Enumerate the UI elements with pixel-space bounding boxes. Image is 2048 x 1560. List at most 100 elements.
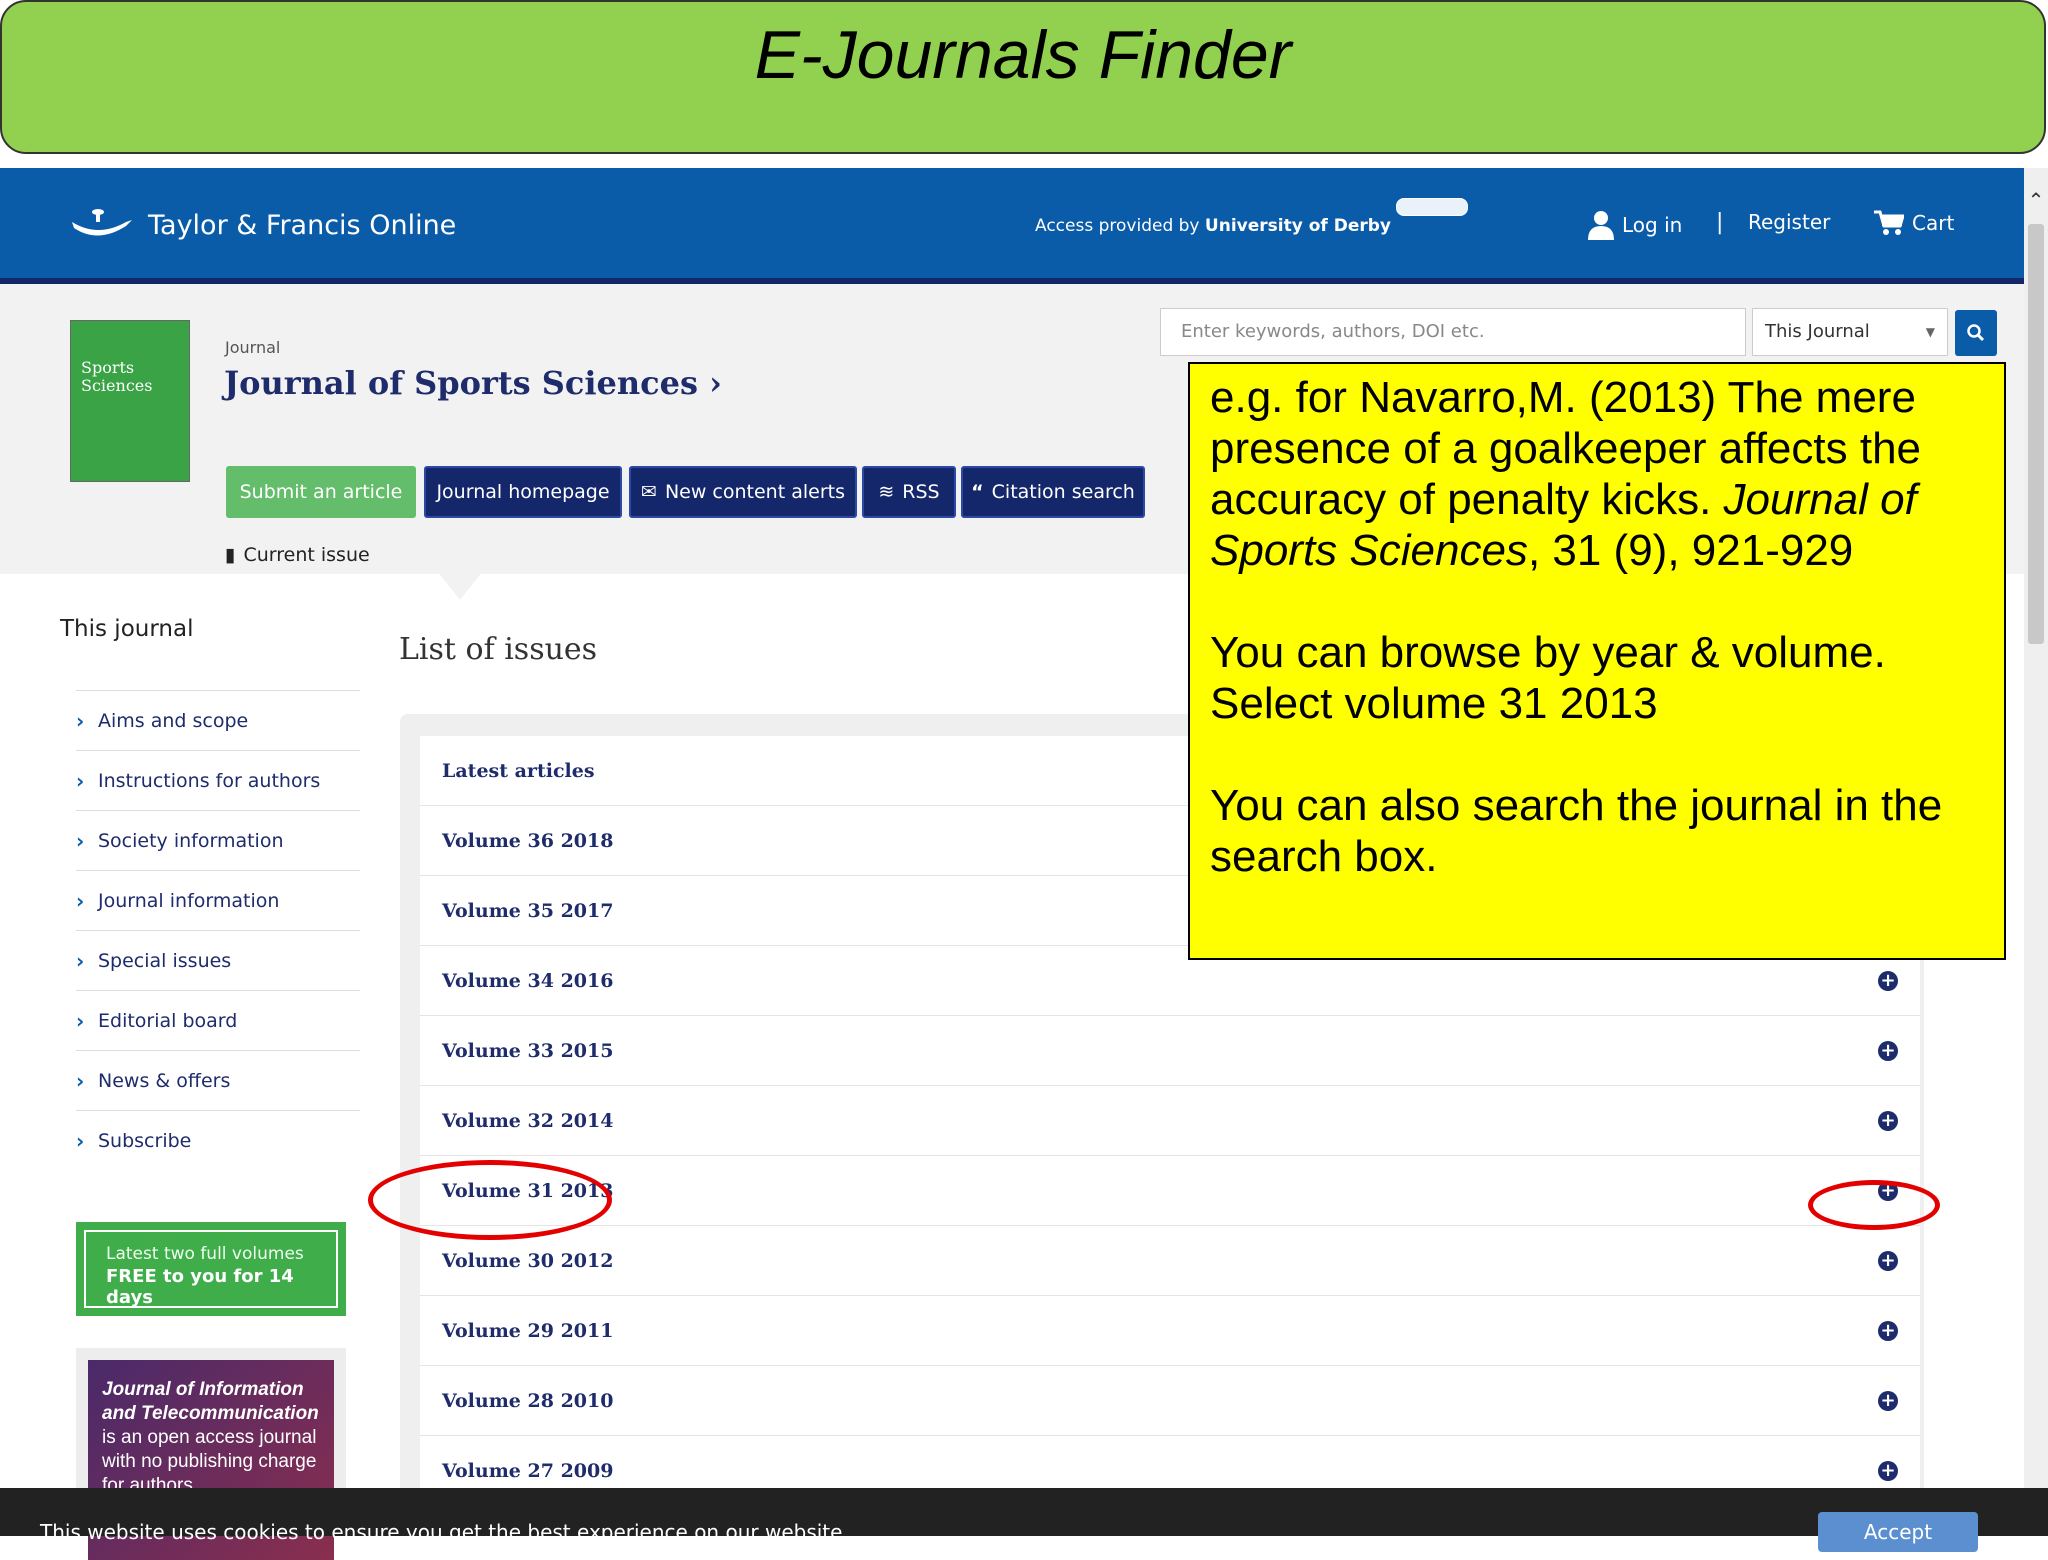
cart-link[interactable]: Cart xyxy=(1874,210,1954,236)
submit-article-button[interactable]: Submit an article xyxy=(226,466,416,518)
promo-line2: FREE to you for 14 days xyxy=(106,1266,294,1308)
sidebar-item-label: Subscribe xyxy=(98,1129,192,1152)
ad-title: Journal of Information and Telecommunica… xyxy=(102,1379,319,1424)
note-search: You can also search the journal in the s… xyxy=(1210,781,1943,881)
note-citation: e.g. for Navarro,M. (2013) The mere pres… xyxy=(1210,372,1984,576)
journal-homepage-label: Journal homepage xyxy=(436,481,610,503)
sidebar-item-journal-info[interactable]: › Journal information xyxy=(76,870,360,930)
rss-label: RSS xyxy=(902,481,940,503)
chevron-right-icon: › xyxy=(76,768,85,793)
promo-line1: Latest two full volumes xyxy=(106,1244,304,1264)
journal-title-text: Journal of Sports Sciences xyxy=(224,364,699,402)
sidebar-item-label: Instructions for authors xyxy=(98,769,321,792)
issue-label: Volume 28 2010 xyxy=(442,1389,614,1412)
chevron-right-icon: › xyxy=(76,1128,85,1153)
expand-plus-icon[interactable]: + xyxy=(1878,1040,1898,1061)
issue-row-volume-30[interactable]: Volume 30 2012 + xyxy=(420,1226,1920,1296)
sidebar-item-label: News & offers xyxy=(98,1069,231,1092)
sidebar-item-subscribe[interactable]: › Subscribe xyxy=(76,1110,360,1170)
sidebar-item-society[interactable]: › Society information xyxy=(76,810,360,870)
login-label: Log in xyxy=(1622,213,1683,237)
rss-button[interactable]: ≋ RSS xyxy=(862,466,956,518)
sidebar-item-editorial-board[interactable]: › Editorial board xyxy=(76,990,360,1050)
scroll-up-icon[interactable]: ⌃ xyxy=(2024,188,2048,212)
journal-label: Journal xyxy=(225,338,281,357)
sidebar-item-instructions[interactable]: › Instructions for authors xyxy=(76,750,360,810)
expand-plus-icon[interactable]: + xyxy=(1878,1250,1898,1271)
issue-row-volume-28[interactable]: Volume 28 2010 + xyxy=(420,1366,1920,1436)
search-input[interactable]: Enter keywords, authors, DOI etc. xyxy=(1160,308,1746,356)
header-separator: | xyxy=(1716,210,1724,235)
expand-plus-icon[interactable]: + xyxy=(1878,970,1898,991)
search-scope-select[interactable]: This Journal ▼ xyxy=(1752,308,1948,356)
band-pointer xyxy=(438,572,482,600)
chevron-right-icon: › xyxy=(76,1068,85,1093)
book-icon: ▮ xyxy=(225,544,236,566)
divider xyxy=(0,156,2048,168)
issue-label: Volume 32 2014 xyxy=(442,1109,614,1132)
accept-cookies-button[interactable]: Accept xyxy=(1818,1512,1978,1552)
note-browse: You can browse by year & volume. Select … xyxy=(1210,628,1886,728)
journal-title[interactable]: Journal of Sports Sciences › xyxy=(224,364,722,402)
search-button[interactable] xyxy=(1955,310,1997,356)
chevron-right-icon: › xyxy=(76,888,85,913)
new-content-alerts-label: New content alerts xyxy=(664,481,845,503)
user-icon xyxy=(1588,211,1614,240)
access-prefix: Access provided by xyxy=(1035,216,1200,236)
issue-row-volume-33[interactable]: Volume 33 2015 + xyxy=(420,1016,1920,1086)
issue-label: Volume 29 2011 xyxy=(442,1319,614,1342)
expand-plus-icon[interactable]: + xyxy=(1878,1110,1898,1131)
logo-text: Taylor & Francis Online xyxy=(148,209,457,241)
rss-icon: ≋ xyxy=(878,481,895,503)
chevron-right-icon: › xyxy=(76,948,85,973)
search-scope-value: This Journal xyxy=(1765,321,1870,342)
institution-logo-icon xyxy=(1396,198,1468,216)
issue-row-volume-32[interactable]: Volume 32 2014 + xyxy=(420,1086,1920,1156)
page-scrollbar[interactable]: ⌃ xyxy=(2024,168,2048,1488)
journal-ad[interactable]: Journal of Information and Telecommunica… xyxy=(76,1348,346,1560)
login-link[interactable]: Log in xyxy=(1588,210,1682,240)
citation-search-button[interactable]: “ Citation search xyxy=(961,466,1145,518)
cover-title: Sports Sciences xyxy=(81,358,153,395)
issue-label: Volume 34 2016 xyxy=(442,969,614,992)
issue-row-volume-31[interactable]: Volume 31 2013 + xyxy=(420,1156,1920,1226)
expand-plus-icon[interactable]: + xyxy=(1878,1320,1898,1341)
sidebar-item-aims[interactable]: › Aims and scope xyxy=(76,690,360,750)
journal-homepage-button[interactable]: Journal homepage xyxy=(424,466,622,518)
register-label: Register xyxy=(1748,210,1831,234)
scroll-thumb[interactable] xyxy=(2028,224,2044,644)
issue-label: Latest articles xyxy=(442,759,595,782)
chevron-right-icon: › xyxy=(76,1008,85,1033)
chevron-right-icon: › xyxy=(709,364,722,402)
expand-plus-icon[interactable]: + xyxy=(1878,1460,1898,1481)
instruction-note: e.g. for Navarro,M. (2013) The mere pres… xyxy=(1188,362,2006,960)
sidebar-item-news[interactable]: › News & offers xyxy=(76,1050,360,1110)
citation-search-label: Citation search xyxy=(991,481,1135,503)
free-volumes-promo[interactable]: Latest two full volumes FREE to you for … xyxy=(76,1222,346,1316)
sidebar-item-label: Special issues xyxy=(98,949,232,972)
envelope-icon: ✉ xyxy=(641,481,657,503)
sidebar-item-label: Journal information xyxy=(98,889,280,912)
expand-plus-icon[interactable]: + xyxy=(1878,1390,1898,1411)
sidebar-item-label: Editorial board xyxy=(98,1009,238,1032)
submit-article-label: Submit an article xyxy=(239,481,403,503)
register-link[interactable]: Register xyxy=(1748,210,1830,234)
sidebar-item-special-issues[interactable]: › Special issues xyxy=(76,930,360,990)
volume-31-highlight-ring xyxy=(368,1160,612,1240)
issue-label: Volume 27 2009 xyxy=(442,1459,614,1482)
issue-row-volume-29[interactable]: Volume 29 2011 + xyxy=(420,1296,1920,1366)
cookie-banner: This website uses cookies to ensure you … xyxy=(0,1488,2048,1552)
issue-label: Volume 30 2012 xyxy=(442,1249,614,1272)
issue-label: Volume 33 2015 xyxy=(442,1039,614,1062)
journal-cover[interactable]: Sports Sciences xyxy=(70,320,190,482)
cookie-text: This website uses cookies to ensure you … xyxy=(40,1520,849,1544)
issue-label: Volume 36 2018 xyxy=(442,829,614,852)
current-issue-link[interactable]: ▮ Current issue xyxy=(225,544,370,566)
sidebar-item-label: Society information xyxy=(98,829,284,852)
quote-icon: “ xyxy=(971,481,984,503)
lamp-logo-icon xyxy=(72,209,132,236)
site-logo[interactable]: Taylor & Francis Online xyxy=(68,208,456,242)
new-content-alerts-button[interactable]: ✉ New content alerts xyxy=(629,466,857,518)
sidebar-heading: This journal xyxy=(60,616,194,642)
slide-banner: E-Journals Finder xyxy=(0,0,2046,154)
